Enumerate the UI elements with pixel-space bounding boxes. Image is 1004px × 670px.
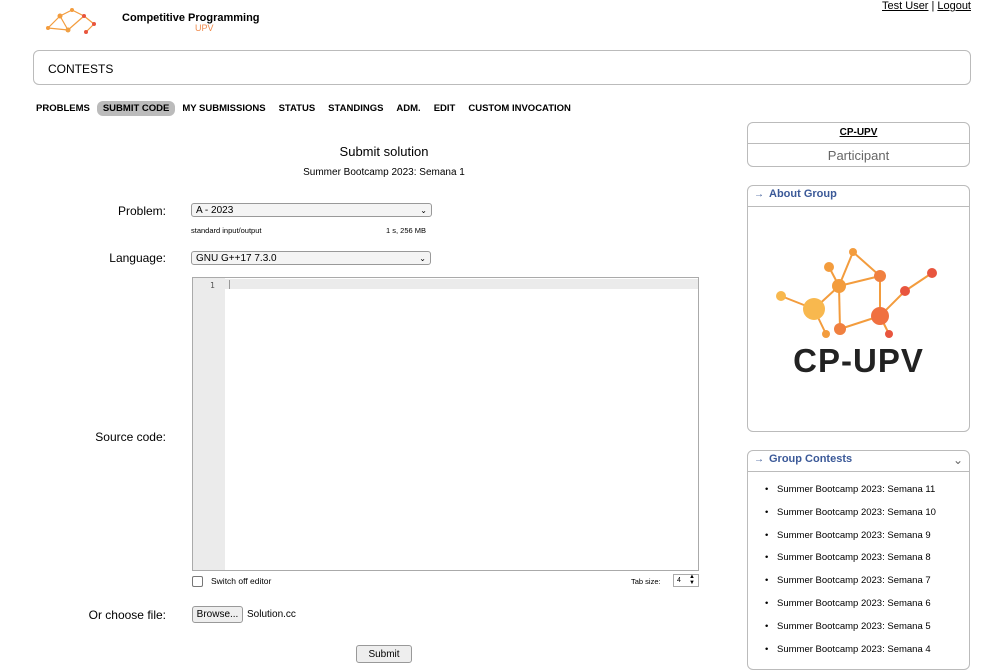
menu-custom-invocation[interactable]: CUSTOM INVOCATION bbox=[462, 101, 577, 116]
chevron-down-icon: ⌄ bbox=[419, 254, 426, 263]
collapse-chevron-icon[interactable]: ⌄ bbox=[953, 453, 963, 467]
menu-standings[interactable]: STANDINGS bbox=[322, 101, 389, 116]
language-select-value: GNU G++17 7.3.0 bbox=[196, 253, 277, 264]
problem-label: Problem: bbox=[117, 204, 166, 218]
switch-editor-checkbox[interactable] bbox=[192, 576, 203, 587]
language-label: Language: bbox=[109, 251, 166, 265]
menu-status[interactable]: STATUS bbox=[273, 101, 322, 116]
menu-submit-code[interactable]: SUBMIT CODE bbox=[96, 101, 176, 116]
menu-admin[interactable]: ADM. bbox=[390, 101, 426, 116]
editor-gutter bbox=[193, 278, 225, 570]
network-logo-icon bbox=[46, 8, 96, 34]
logout-link[interactable]: Logout bbox=[937, 0, 971, 12]
user-links: Test User | Logout bbox=[882, 0, 971, 12]
role-label: Participant bbox=[827, 148, 890, 163]
box-divider bbox=[748, 471, 969, 472]
box-divider bbox=[748, 143, 969, 144]
tab-size-value: 4 bbox=[677, 577, 681, 584]
arrow-right-icon: → bbox=[754, 454, 764, 465]
submit-button[interactable]: Submit bbox=[356, 645, 412, 663]
line-number: 1 bbox=[210, 281, 215, 290]
contest-link[interactable]: Summer Bootcamp 2023: Semana 7 bbox=[765, 575, 936, 598]
problem-select-value: A - 2023 bbox=[196, 205, 234, 216]
active-line bbox=[225, 279, 698, 289]
logo-title: Competitive Programming bbox=[122, 12, 260, 24]
contest-link[interactable]: Summer Bootcamp 2023: Semana 10 bbox=[765, 507, 936, 530]
about-group-title: About Group bbox=[769, 188, 837, 200]
limits-info: 1 s, 256 MB bbox=[386, 226, 427, 235]
group-contests-title: Group Contests bbox=[769, 453, 853, 465]
file-label: Or choose file: bbox=[88, 608, 166, 622]
menu-edit[interactable]: EDIT bbox=[428, 101, 462, 116]
contest-list: Summer Bootcamp 2023: Semana 11 Summer B… bbox=[765, 484, 936, 666]
group-logo-text: CP-UPV bbox=[793, 342, 924, 379]
file-name: Solution.cc bbox=[247, 609, 296, 620]
language-select[interactable]: GNU G++17 7.3.0 ⌄ bbox=[191, 251, 431, 265]
switch-editor-label: Switch off editor bbox=[211, 576, 272, 586]
form-title: Submit solution bbox=[339, 144, 429, 159]
contest-link[interactable]: Summer Bootcamp 2023: Semana 8 bbox=[765, 552, 936, 575]
box-divider bbox=[748, 206, 969, 207]
contest-link[interactable]: Summer Bootcamp 2023: Semana 5 bbox=[765, 621, 936, 644]
browse-button[interactable]: Browse... bbox=[192, 606, 243, 623]
spinner-icon: ▲ ▼ bbox=[689, 574, 695, 586]
group-logo-icon bbox=[776, 248, 937, 338]
text-cursor bbox=[229, 280, 230, 289]
menu-problems[interactable]: PROBLEMS bbox=[30, 101, 96, 116]
code-editor[interactable]: 1 bbox=[192, 277, 699, 571]
contests-link[interactable]: CONTESTS bbox=[48, 62, 113, 76]
separator: | bbox=[931, 0, 935, 12]
contest-name: Summer Bootcamp 2023: Semana 1 bbox=[303, 167, 465, 178]
menu-my-submissions[interactable]: MY SUBMISSIONS bbox=[176, 101, 271, 116]
logo-subtitle: UPV bbox=[195, 23, 214, 33]
arrow-right-icon: → bbox=[754, 189, 764, 200]
user-profile-link[interactable]: Test User bbox=[882, 0, 928, 12]
contests-breadcrumb: CONTESTS bbox=[33, 50, 971, 85]
contest-link[interactable]: Summer Bootcamp 2023: Semana 6 bbox=[765, 598, 936, 621]
tab-size-input[interactable]: 4 ▲ ▼ bbox=[673, 574, 699, 587]
io-info: standard input/output bbox=[191, 226, 262, 235]
chevron-down-icon: ⌄ bbox=[420, 206, 427, 215]
problem-select[interactable]: A - 2023 ⌄ bbox=[191, 203, 432, 217]
source-code-label: Source code: bbox=[95, 430, 166, 444]
contest-link[interactable]: Summer Bootcamp 2023: Semana 9 bbox=[765, 530, 936, 553]
tab-size-label: Tab size: bbox=[631, 577, 661, 586]
contest-link[interactable]: Summer Bootcamp 2023: Semana 11 bbox=[765, 484, 936, 507]
site-logo[interactable]: Competitive Programming UPV bbox=[40, 2, 260, 40]
about-group-box: → About Group CP-UPV bbox=[747, 185, 970, 432]
group-info-box: CP-UPV Participant bbox=[747, 122, 970, 167]
contest-menu: PROBLEMS SUBMIT CODE MY SUBMISSIONS STAT… bbox=[30, 101, 578, 116]
group-name-link[interactable]: CP-UPV bbox=[748, 127, 969, 138]
